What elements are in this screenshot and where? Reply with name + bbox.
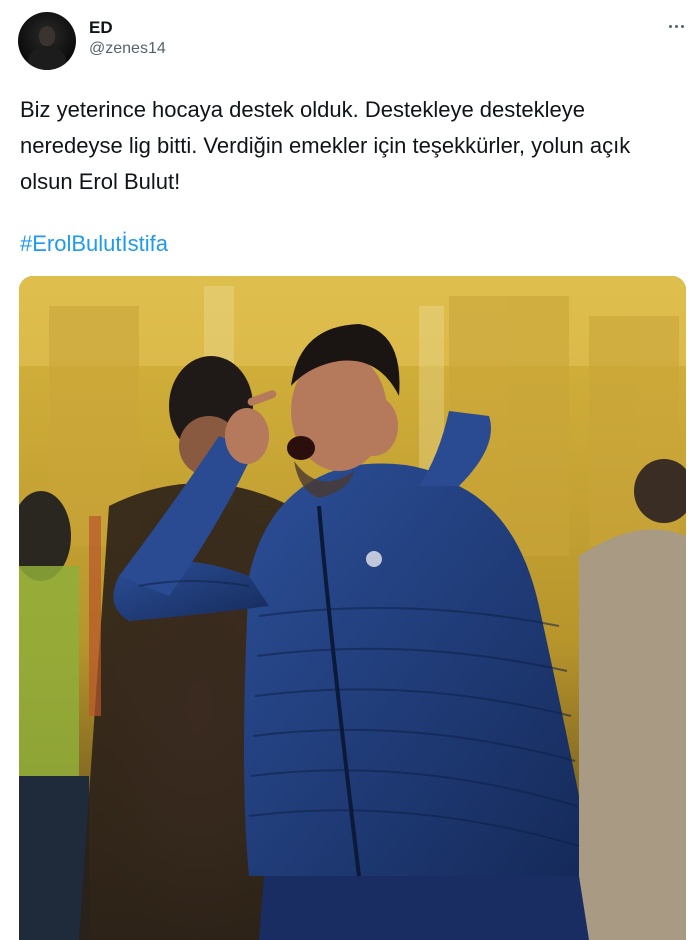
avatar-head: [39, 26, 55, 46]
avatar-shoulders: [28, 46, 66, 70]
photo-illustration: [19, 276, 686, 940]
author-handle[interactable]: @zenes14: [89, 40, 166, 58]
avatar[interactable]: [18, 12, 76, 70]
tweet-photo[interactable]: [19, 276, 686, 940]
tweet-text: Biz yeterince hocaya destek olduk. Deste…: [20, 97, 631, 194]
hashtag-link[interactable]: #ErolBulutİstifa: [20, 231, 168, 257]
more-horizontal-icon[interactable]: [664, 14, 688, 38]
author-name[interactable]: ED: [89, 18, 113, 38]
